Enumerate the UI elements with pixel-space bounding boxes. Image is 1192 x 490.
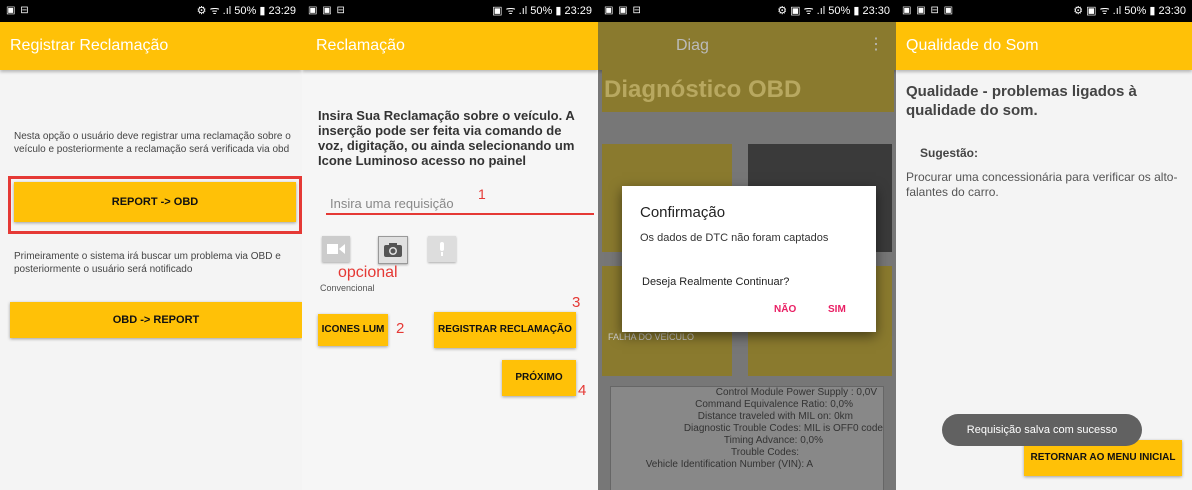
dialog-message: Os dados de DTC não foram captados xyxy=(640,232,829,244)
annotation-2: 2 xyxy=(396,320,405,337)
tile-label: FALHA DO VEÍCULO xyxy=(608,332,695,342)
status-icons-right: ⚙ ▣ ᯤ .ıl 50% ▮ 23:30 xyxy=(1073,5,1186,17)
status-icons-right: ⚙ ᯤ .ıl 50% ▮ 23:29 xyxy=(196,5,296,17)
dialog-yes-button[interactable]: SIM xyxy=(828,304,846,315)
obd-heading: Diagnóstico OBD xyxy=(602,70,894,112)
data-line: Trouble Codes: xyxy=(731,447,799,458)
data-line: Control Module Power Supply : 0,0V xyxy=(715,387,877,398)
status-bar: ▣ ▣ ⊟ ⚙ ▣ ᯤ .ıl 50% ▮ 23:30 xyxy=(598,0,896,22)
data-line: Diagnostic Trouble Codes: MIL is OFF0 co… xyxy=(683,423,883,434)
app-bar-title: Registrar Reclamação xyxy=(0,22,302,70)
suggestion-text: Procurar uma concessionária para verific… xyxy=(906,170,1178,199)
video-camera-icon[interactable] xyxy=(322,236,350,262)
data-line: Timing Advance: 0,0% xyxy=(723,435,823,446)
suggestion-label: Sugestão: xyxy=(920,146,979,160)
obd-data-list: Control Module Power Supply : 0,0V Comma… xyxy=(610,386,884,490)
input-underline xyxy=(326,213,594,215)
screen-reclamacao: ▣ ▣ ⊟ ▣ ᯤ .ıl 50% ▮ 23:29 Reclamação Ins… xyxy=(302,0,598,490)
dialog-no-button[interactable]: NÃO xyxy=(774,304,796,315)
dialog-title: Confirmação xyxy=(640,204,726,221)
data-line: Command Equivalence Ratio: 0,0% xyxy=(695,399,853,410)
annotation-1: 1 xyxy=(478,186,486,202)
status-icons-left: ▣ ▣ ⊟ xyxy=(604,5,642,16)
status-bar: ▣ ⊟ ⚙ ᯤ .ıl 50% ▮ 23:29 xyxy=(0,0,302,22)
registrar-reclamacao-button[interactable]: REGISTRAR RECLAMAÇÃO xyxy=(434,312,576,348)
annotation-3: 3 xyxy=(572,294,581,311)
screen-registrar-reclamacao: ▣ ⊟ ⚙ ᯤ .ıl 50% ▮ 23:29 Registrar Reclam… xyxy=(0,0,302,490)
confirmation-dialog: Confirmação Os dados de DTC não foram ca… xyxy=(622,186,876,332)
app-bar-title: Diag xyxy=(598,22,896,70)
description-report-obd: Nesta opção o usuário deve registrar uma… xyxy=(14,131,291,155)
proximo-button[interactable]: PRÓXIMO xyxy=(502,360,576,396)
app-bar-title: Reclamação xyxy=(302,22,598,70)
data-line: Vehicle Identification Number (VIN): A xyxy=(645,459,813,470)
success-toast: Requisição salva com sucesso xyxy=(942,414,1142,446)
status-icons-left: ▣ ▣ ⊟ xyxy=(308,5,346,16)
annotation-4: 4 xyxy=(578,382,587,399)
overflow-menu-icon[interactable]: ⋮ xyxy=(868,34,884,54)
status-icons-right: ⚙ ▣ ᯤ .ıl 50% ▮ 23:30 xyxy=(777,5,890,17)
camera-icon[interactable] xyxy=(378,236,408,264)
data-line: Distance traveled with MIL on: 0km xyxy=(697,411,853,422)
issue-heading: Qualidade - problemas ligados à qualidad… xyxy=(906,83,1137,119)
description-obd-report: Primeiramente o sistema irá buscar um pr… xyxy=(14,251,281,275)
status-icons-left: ▣ ⊟ xyxy=(6,5,30,16)
instructions-text: Insira Sua Reclamação sobre o veículo. A… xyxy=(318,108,575,168)
dialog-question: Deseja Realmente Continuar? xyxy=(642,276,790,288)
status-icons-left: ▣ ▣ ⊟ ▣ xyxy=(902,5,955,16)
status-icons-right: ▣ ᯤ .ıl 50% ▮ 23:29 xyxy=(492,5,592,17)
annotation-optional: opcional xyxy=(338,264,398,281)
icones-lum-button[interactable]: ICONES LUM xyxy=(318,314,388,346)
app-bar-title: Qualidade do Som xyxy=(896,22,1192,70)
microphone-icon[interactable] xyxy=(428,236,456,262)
report-to-obd-button[interactable]: REPORT -> OBD xyxy=(14,182,296,222)
request-input[interactable]: Insira uma requisição xyxy=(330,196,454,211)
obd-to-report-button[interactable]: OBD -> REPORT xyxy=(10,302,302,338)
status-bar: ▣ ▣ ⊟ ▣ ⚙ ▣ ᯤ .ıl 50% ▮ 23:30 xyxy=(896,0,1192,22)
conventional-label: Convencional xyxy=(320,283,375,293)
status-bar: ▣ ▣ ⊟ ▣ ᯤ .ıl 50% ▮ 23:29 xyxy=(302,0,598,22)
